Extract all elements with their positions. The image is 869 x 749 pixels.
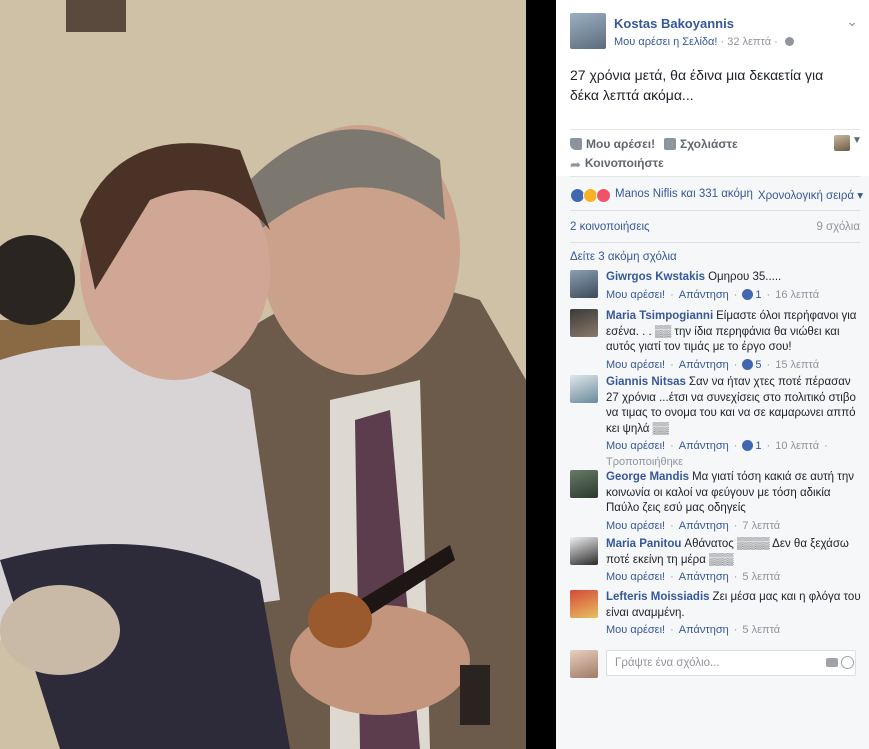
love-reaction-icon[interactable] (596, 188, 611, 203)
comment-time[interactable]: 5 λεπτά (742, 571, 780, 583)
commenter-avatar[interactable] (570, 309, 598, 337)
commenter-name[interactable]: Maria Tsimpogianni (606, 310, 713, 322)
reaction-avatar[interactable] (834, 135, 850, 151)
comment-order-label: Χρονολογική σειρά (757, 190, 855, 202)
caret-down-icon[interactable]: ▼ (852, 135, 862, 146)
thumbs-up-icon (742, 358, 754, 370)
comment-reply-link[interactable]: Απάντηση (679, 571, 729, 583)
comment-time[interactable]: 15 λεπτά (775, 359, 819, 371)
comment-like-link[interactable]: Μου αρέσει! (606, 520, 665, 532)
comments-count[interactable]: 9 σχόλια (816, 221, 860, 233)
commenter-avatar[interactable] (570, 590, 598, 618)
comment-reply-link[interactable]: Απάντηση (679, 359, 729, 371)
commenter-name[interactable]: Lefteris Moissiadis (606, 591, 710, 603)
comment-reply-link[interactable]: Απάντηση (679, 520, 729, 532)
comment-input[interactable] (606, 650, 856, 676)
comment-like-link[interactable]: Μου αρέσει! (606, 359, 665, 371)
comment-meta: Μου αρέσει! · Απάντηση · 5 · 15 λεπτά (606, 358, 820, 371)
post-time[interactable]: 32 λεπτά (727, 36, 771, 48)
reactions-summary[interactable]: Manos Niflis και 331 ακόμη (615, 188, 753, 200)
share-button[interactable]: ➦ Κοινοποιήστε (570, 156, 664, 173)
commenter-name[interactable]: George Mandis (606, 471, 689, 483)
post-panel: Kostas Bakoyannis Μου αρέσει η Σελίδα! ·… (556, 0, 869, 749)
thumbs-up-icon (742, 440, 754, 451)
write-comment-row (570, 650, 860, 678)
comment-likes-count[interactable]: 5 (755, 359, 761, 371)
comment-time[interactable]: 16 λεπτά (775, 289, 819, 301)
post-header: Kostas Bakoyannis Μου αρέσει η Σελίδα! ·… (570, 13, 860, 53)
comment-time[interactable]: 7 λεπτά (742, 520, 780, 532)
photo-illustration (0, 0, 526, 749)
comment-icon (664, 138, 676, 150)
comment-meta: Μου αρέσει! · Απάντηση · 5 λεπτά (606, 624, 781, 636)
commenter-name[interactable]: Giannis Nitsas (606, 376, 686, 388)
comment-like-link[interactable]: Μου αρέσει! (606, 289, 665, 301)
divider (570, 176, 860, 177)
comment-meta: Μου αρέσει! · Απάντηση · 7 λεπτά (606, 519, 781, 532)
chevron-down-icon[interactable]: ⌄ (846, 13, 858, 30)
commenter-avatar[interactable] (570, 537, 598, 565)
camera-icon[interactable] (826, 658, 838, 667)
comment-time[interactable]: 5 λεπτά (742, 624, 780, 636)
comment-reply-link[interactable]: Απάντηση (679, 624, 729, 636)
comment-order-select[interactable]: Χρονολογική σειρά ▾ (758, 188, 863, 202)
shares-count[interactable]: 2 κοινοποιήσεις (570, 221, 650, 233)
like-button-label: Μου αρέσει! (586, 137, 656, 151)
user-avatar[interactable] (570, 650, 598, 678)
commenter-name[interactable]: Giwrgos Kwstakis (606, 271, 705, 283)
comment-meta: Μου αρέσει! · Απάντηση · 1 · 10 λεπτά · (606, 440, 828, 452)
comment-button-label: Σχολιάστε (680, 137, 738, 151)
thumbs-up-icon (570, 138, 582, 150)
dot-separator: · (774, 36, 778, 48)
divider (570, 129, 860, 130)
commenter-name[interactable]: Maria Panitou (606, 538, 681, 550)
page-name[interactable]: Kostas Bakoyannis (614, 16, 734, 31)
divider (570, 242, 860, 243)
comment-like-link[interactable]: Μου αρέσει! (606, 571, 665, 583)
like-button[interactable]: Μου αρέσει! (570, 137, 655, 151)
commenter-avatar[interactable] (570, 375, 598, 403)
comment-meta: Μου αρέσει! · Απάντηση · 5 λεπτά (606, 571, 781, 583)
divider (570, 210, 860, 211)
like-page-link[interactable]: Μου αρέσει η Σελίδα! (614, 36, 717, 48)
comment-meta: Μου αρέσει! · Απάντηση · 1 · 16 λεπτά (606, 288, 820, 301)
commenter-avatar[interactable] (570, 470, 598, 498)
emoji-icon[interactable] (841, 656, 854, 669)
comment-like-link[interactable]: Μου αρέσει! (606, 624, 665, 636)
comment-text: Ομηρου 35..... (708, 271, 782, 283)
share-button-label: Κοινοποιήστε (584, 156, 664, 170)
share-icon: ➦ (570, 157, 581, 172)
commenter-avatar[interactable] (570, 270, 598, 298)
edited-label[interactable]: Τροποποιήθηκε (606, 455, 861, 471)
thumbs-up-icon (742, 288, 754, 300)
page-avatar[interactable] (570, 13, 606, 49)
view-more-comments-link[interactable]: Δείτε 3 ακόμη σχόλια (570, 251, 677, 263)
comment-time[interactable]: 10 λεπτά (775, 440, 819, 452)
globe-icon[interactable] (784, 37, 794, 46)
comment-button[interactable]: Σχολιάστε (664, 137, 738, 151)
post-photo[interactable] (0, 0, 526, 749)
comment-likes-count[interactable]: 1 (755, 440, 761, 452)
comment-like-link[interactable]: Μου αρέσει! (606, 440, 665, 452)
comment-reply-link[interactable]: Απάντηση (679, 289, 729, 301)
post-text: 27 χρόνια μετά, θα έδινα μια δεκαετία γι… (570, 67, 824, 103)
comment-reply-link[interactable]: Απάντηση (679, 440, 729, 452)
comment-likes-count[interactable]: 1 (755, 289, 761, 301)
post-subtitle: Μου αρέσει η Σελίδα! · 32 λεπτά · (614, 36, 794, 48)
